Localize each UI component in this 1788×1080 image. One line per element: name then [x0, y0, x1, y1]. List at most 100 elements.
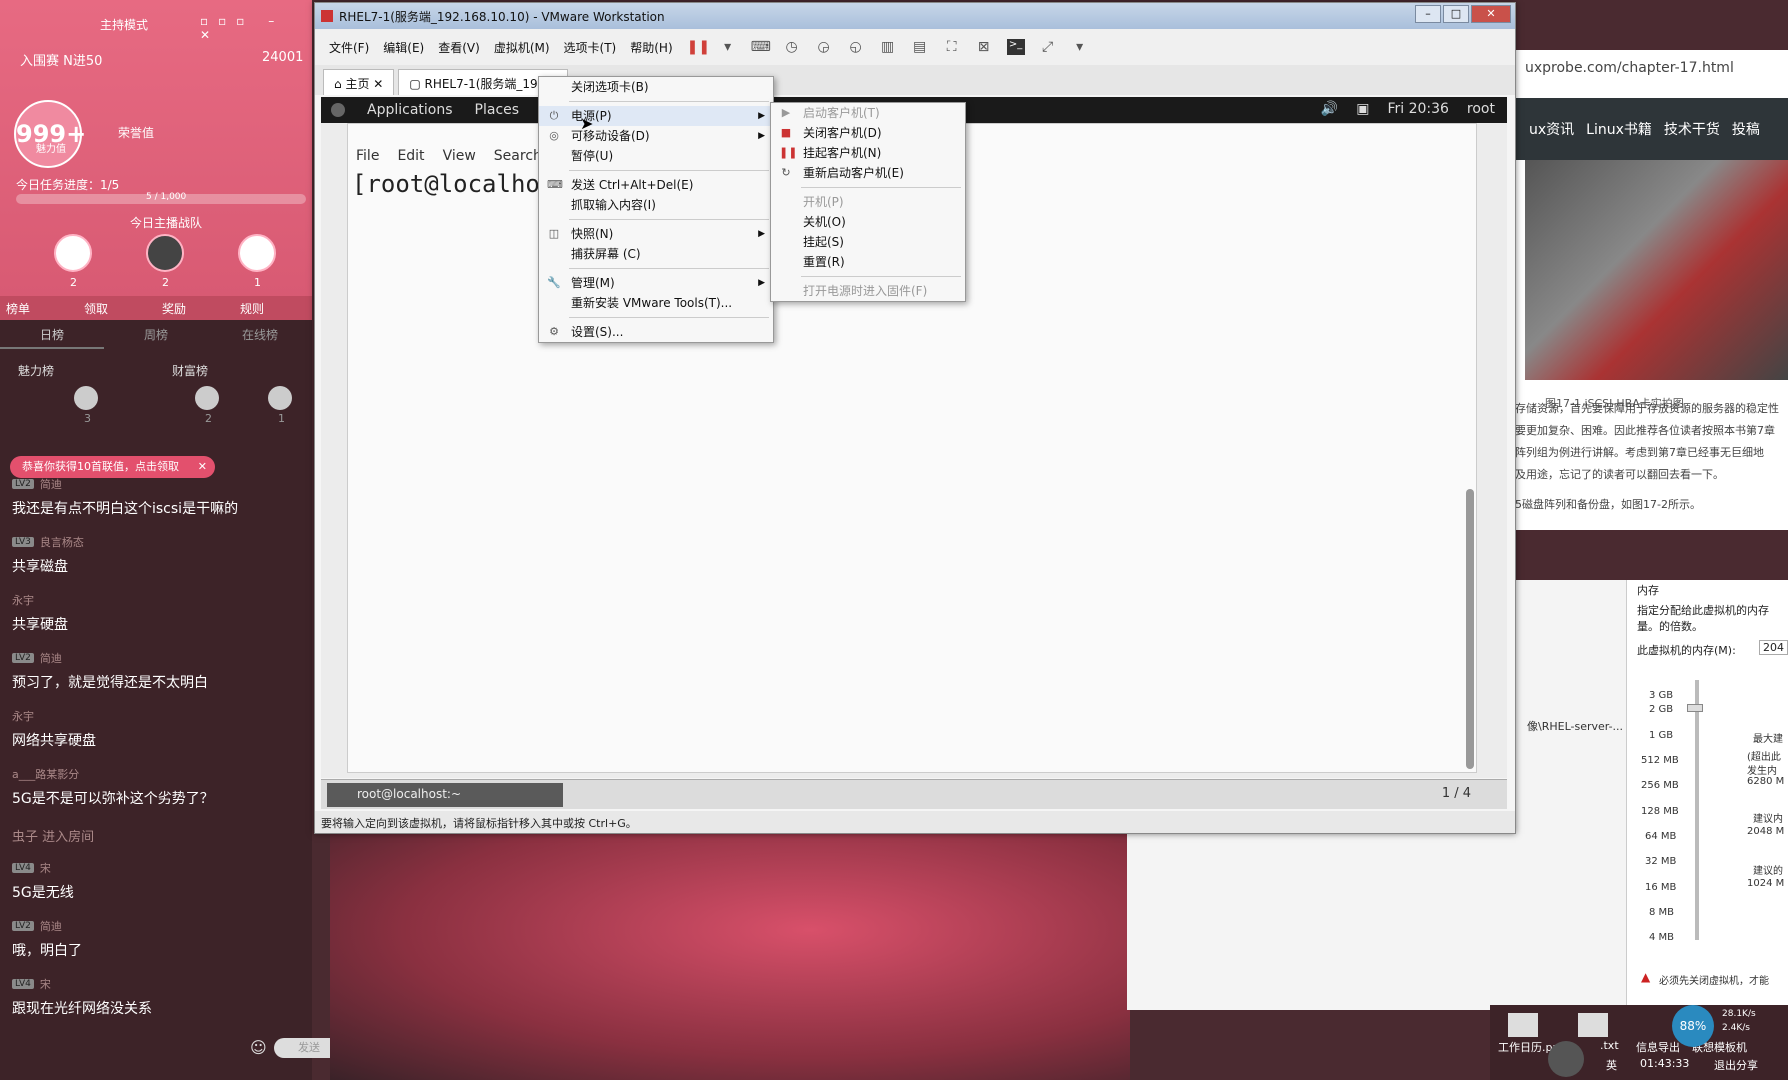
menu-power-on-firmware[interactable]: 打开电源时进入固件(F): [771, 281, 965, 301]
chat-username[interactable]: 简迪: [40, 476, 62, 492]
team-avatar-1[interactable]: [54, 234, 92, 272]
chat-username[interactable]: 良言杨态: [40, 534, 84, 550]
terminal-scrollbar[interactable]: [1466, 489, 1474, 769]
menu-snapshot[interactable]: ◫ 快照(N) ▶: [539, 224, 773, 244]
tab-reward[interactable]: 奖励: [156, 296, 234, 320]
term-menu-search[interactable]: Search: [494, 148, 542, 164]
tab-online[interactable]: 在线榜: [208, 322, 312, 349]
leaderboard-avatar[interactable]: [74, 386, 98, 410]
menu-removable-devices[interactable]: ◎ 可移动设备(D) ▶: [539, 126, 773, 146]
chat-username[interactable]: 宋: [40, 976, 51, 992]
close-button[interactable]: ✕: [1471, 5, 1511, 23]
avatar[interactable]: [1548, 1041, 1584, 1077]
clock[interactable]: Fri 20:36: [1387, 101, 1448, 117]
menu-suspend[interactable]: 挂起(S): [771, 232, 965, 252]
menu-send-ctrl-alt-del[interactable]: ⌨ 发送 Ctrl+Alt+Del(E): [539, 175, 773, 195]
menu-edit[interactable]: 编辑(E): [383, 39, 424, 56]
file-label[interactable]: 信息导出: [1636, 1039, 1680, 1055]
cpu-gauge[interactable]: 88%: [1672, 1005, 1714, 1047]
chat-username[interactable]: 简迪: [40, 918, 62, 934]
term-menu-edit[interactable]: Edit: [397, 148, 424, 164]
chat-username[interactable]: 简迪: [40, 650, 62, 666]
menu-manage[interactable]: 🔧 管理(M) ▶: [539, 273, 773, 293]
pause-icon[interactable]: ❚❚: [687, 39, 710, 55]
send-keys-icon[interactable]: ⌨: [751, 39, 771, 55]
chat-username[interactable]: 永宇: [12, 708, 34, 724]
stretch-icon[interactable]: ⤢: [1039, 39, 1057, 55]
applications-menu[interactable]: Applications: [367, 102, 453, 118]
reward-notice[interactable]: 恭喜你获得10首联值，点击领取 ✕: [10, 456, 215, 478]
leaderboard-avatar[interactable]: [195, 386, 219, 410]
nav-item[interactable]: 投稿: [1732, 119, 1760, 139]
thumbnail-icon[interactable]: ▤: [911, 39, 929, 55]
ime-indicator[interactable]: 英: [1606, 1057, 1617, 1073]
chat-username[interactable]: 永宇: [12, 592, 34, 608]
menu-close-tab[interactable]: 关闭选项卡(B): [539, 77, 773, 97]
menu-tabs[interactable]: 选项卡(T): [564, 39, 617, 56]
tab-rank[interactable]: 榜单: [0, 296, 78, 320]
snapshot-icon[interactable]: ◷: [783, 39, 801, 55]
file-icon[interactable]: [1508, 1013, 1538, 1037]
menu-restart-guest[interactable]: ↻ 重新启动客户机(E): [771, 163, 965, 183]
menu-power[interactable]: ⏻ 电源(P) ▶: [539, 106, 773, 126]
menu-power-on[interactable]: 开机(P): [771, 192, 965, 212]
menu-pause[interactable]: 暂停(U): [539, 146, 773, 166]
chat-username[interactable]: 宋: [40, 860, 51, 876]
menu-start-guest[interactable]: ▶ 启动客户机(T): [771, 103, 965, 123]
minimize-button[interactable]: –: [1415, 5, 1441, 23]
chat-username[interactable]: a___路某影分: [12, 766, 79, 782]
unity-icon[interactable]: ⊠: [975, 39, 993, 55]
nav-item[interactable]: Linux书籍: [1586, 119, 1652, 139]
maximize-button[interactable]: □: [1443, 5, 1469, 23]
menu-file[interactable]: 文件(F): [329, 39, 369, 56]
places-menu[interactable]: Places: [475, 102, 520, 118]
menu-grab-input[interactable]: 抓取输入内容(I): [539, 195, 773, 215]
guest-task-terminal[interactable]: root@localhost:~: [327, 783, 563, 807]
sidebar-toggle-icon[interactable]: ▥: [879, 39, 897, 55]
menu-power-off[interactable]: 关机(O): [771, 212, 965, 232]
memory-input[interactable]: 204: [1759, 640, 1788, 655]
snapshot-manager-icon[interactable]: ◵: [847, 39, 865, 55]
console-icon[interactable]: >_: [1006, 39, 1025, 55]
workspace-indicator[interactable]: 1 / 4: [1442, 786, 1471, 801]
leaderboard-avatar[interactable]: [268, 386, 292, 410]
menu-suspend-guest[interactable]: ❚❚ 挂起客户机(N): [771, 143, 965, 163]
fullscreen-icon[interactable]: ⛶: [943, 39, 961, 55]
emoji-icon[interactable]: ☺: [250, 1038, 267, 1057]
exit-share-button[interactable]: 退出分享: [1714, 1057, 1758, 1073]
nav-item[interactable]: 技术干货: [1664, 119, 1720, 139]
menu-reset[interactable]: 重置(R): [771, 252, 965, 272]
file-label[interactable]: .txt: [1600, 1039, 1619, 1052]
network-icon[interactable]: ▣: [1356, 101, 1369, 117]
menu-vm[interactable]: 虚拟机(M): [494, 39, 550, 56]
tab-home[interactable]: ⌂ 主页 ✕: [323, 69, 395, 95]
menu-view[interactable]: 查看(V): [438, 39, 480, 56]
file-icon[interactable]: [1578, 1013, 1608, 1037]
tab-weekly[interactable]: 周榜: [104, 322, 208, 349]
tab-daily[interactable]: 日榜: [0, 322, 104, 349]
score-badge[interactable]: 999+: [14, 100, 86, 168]
dropdown-icon[interactable]: ▾: [719, 39, 737, 55]
memory-slider-track[interactable]: [1695, 680, 1699, 940]
close-icon[interactable]: ✕: [198, 456, 207, 478]
menu-settings[interactable]: ⚙ 设置(S)...: [539, 322, 773, 342]
revert-snapshot-icon[interactable]: ◶: [815, 39, 833, 55]
nav-item[interactable]: ux资讯: [1529, 119, 1574, 139]
vmware-titlebar[interactable]: RHEL7-1(服务端_192.168.10.10) - VMware Work…: [315, 3, 1515, 29]
volume-icon[interactable]: 🔊: [1321, 101, 1338, 117]
team-avatar-3[interactable]: [238, 234, 276, 272]
menu-capture-screen[interactable]: 捕获屏幕 (C): [539, 244, 773, 264]
menu-shutdown-guest[interactable]: ■ 关闭客户机(D): [771, 123, 965, 143]
team-avatar-2[interactable]: [146, 234, 184, 272]
menu-help[interactable]: 帮助(H): [630, 39, 672, 56]
memory-slider-thumb[interactable]: [1687, 704, 1703, 712]
panel-window-controls[interactable]: ▫▫▫ – ✕: [200, 14, 312, 42]
tab-rules[interactable]: 规则: [234, 296, 312, 320]
tab-claim[interactable]: 领取: [78, 296, 156, 320]
term-menu-file[interactable]: File: [356, 148, 379, 164]
dropdown-icon[interactable]: ▾: [1071, 39, 1089, 55]
browser-url[interactable]: uxprobe.com/chapter-17.html: [1515, 60, 1788, 76]
term-menu-view[interactable]: View: [443, 148, 476, 164]
menu-reinstall-tools[interactable]: 重新安装 VMware Tools(T)...: [539, 293, 773, 313]
user-menu[interactable]: root: [1467, 101, 1495, 117]
